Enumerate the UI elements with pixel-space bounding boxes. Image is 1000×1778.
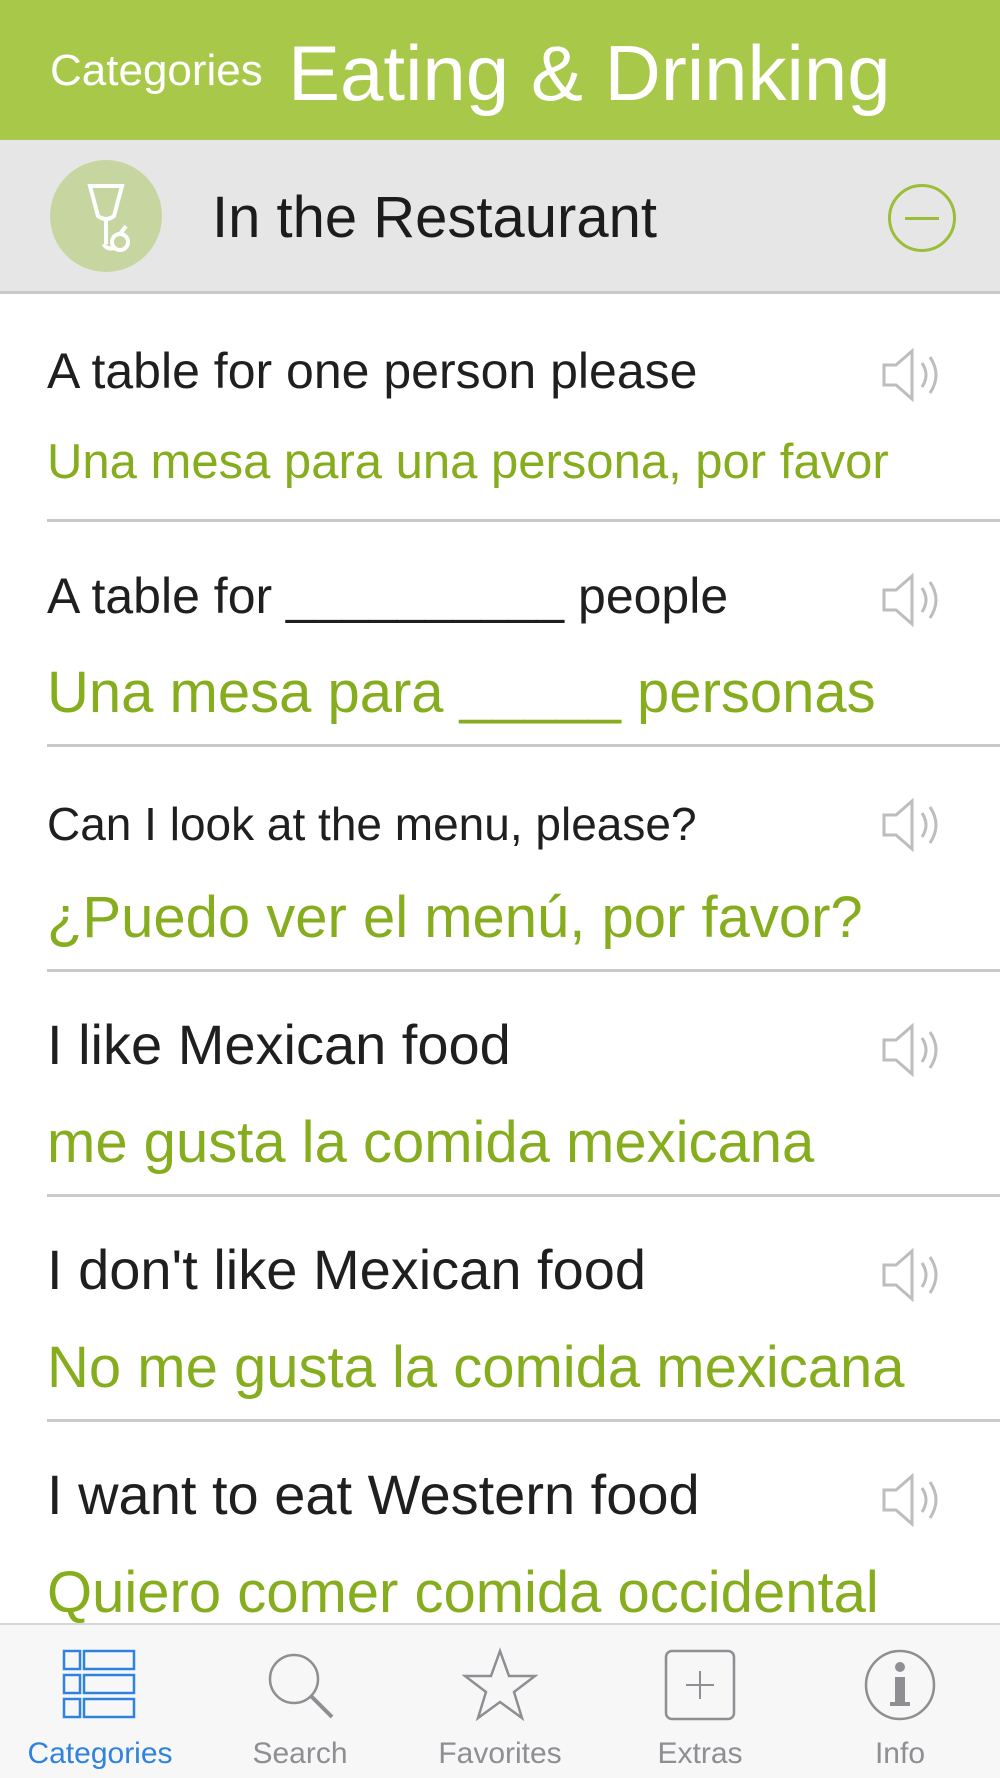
navigation-bar: Categories Eating & Drinking xyxy=(0,0,1000,140)
plus-square-icon xyxy=(664,1649,736,1721)
tab-categories[interactable]: Categories xyxy=(0,1625,200,1778)
tab-label: Search xyxy=(252,1737,348,1770)
list-grid-icon xyxy=(62,1649,136,1719)
english-phrase: A table for __________ people xyxy=(47,568,729,624)
phrase-row[interactable]: A table for one person please Una mesa p… xyxy=(0,297,1000,522)
page-title: Eating & Drinking xyxy=(288,29,891,117)
spanish-phrase: Una mesa para _____ personas xyxy=(47,660,876,725)
spanish-phrase: me gusta la comida mexicana xyxy=(47,1110,815,1175)
back-to-categories-link[interactable]: Categories xyxy=(50,46,263,96)
phrase-row[interactable]: A table for __________ people Una mesa p… xyxy=(0,522,1000,747)
tab-extras[interactable]: Extras xyxy=(600,1625,800,1778)
tab-label: Favorites xyxy=(438,1737,562,1770)
star-icon xyxy=(462,1647,538,1722)
tab-bar: Categories Search Favorites Extras Info xyxy=(0,1623,1000,1778)
section-title: In the Restaurant xyxy=(212,185,657,250)
speaker-icon[interactable] xyxy=(880,347,948,403)
spanish-phrase: ¿Puedo ver el menú, por favor? xyxy=(47,885,863,950)
phrase-list[interactable]: A table for one person please Una mesa p… xyxy=(0,297,1000,1623)
info-icon xyxy=(864,1649,936,1721)
phrase-row[interactable]: Can I look at the menu, please? ¿Puedo v… xyxy=(0,747,1000,972)
spanish-phrase: Una mesa para una persona, por favor xyxy=(47,435,889,489)
tab-label: Info xyxy=(874,1737,926,1770)
collapse-minus-icon[interactable] xyxy=(888,184,956,252)
english-phrase: A table for one person please xyxy=(47,343,698,399)
tab-search[interactable]: Search xyxy=(200,1625,400,1778)
english-phrase: I don't like Mexican food xyxy=(47,1238,647,1301)
speaker-icon[interactable] xyxy=(880,1022,948,1078)
english-phrase: Can I look at the menu, please? xyxy=(47,798,697,850)
tab-info[interactable]: Info xyxy=(800,1625,1000,1778)
tab-label: Extras xyxy=(657,1737,743,1770)
section-header[interactable]: In the Restaurant xyxy=(0,140,1000,294)
speaker-icon[interactable] xyxy=(880,797,948,853)
phrase-row[interactable]: I like Mexican food me gusta la comida m… xyxy=(0,972,1000,1197)
speaker-icon[interactable] xyxy=(880,1472,948,1528)
speaker-icon[interactable] xyxy=(880,572,948,628)
wine-glass-icon xyxy=(50,160,162,272)
phrase-row[interactable]: I don't like Mexican food No me gusta la… xyxy=(0,1197,1000,1422)
english-phrase: I want to eat Western food xyxy=(47,1463,700,1526)
tab-label: Categories xyxy=(27,1737,173,1770)
tab-favorites[interactable]: Favorites xyxy=(400,1625,600,1778)
english-phrase: I like Mexican food xyxy=(47,1013,511,1076)
speaker-icon[interactable] xyxy=(880,1247,948,1303)
spanish-phrase: No me gusta la comida mexicana xyxy=(47,1335,905,1400)
spanish-phrase: Quiero comer comida occidental xyxy=(47,1560,879,1623)
magnifier-icon xyxy=(268,1653,334,1719)
phrase-row[interactable]: I want to eat Western food Quiero comer … xyxy=(0,1422,1000,1623)
